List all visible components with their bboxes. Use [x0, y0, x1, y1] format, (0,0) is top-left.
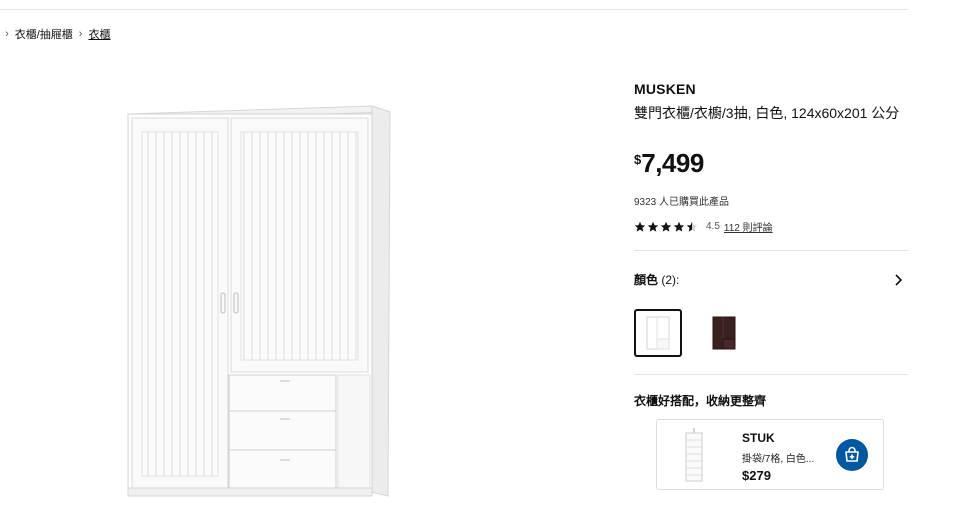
star-half-icon: [686, 221, 698, 232]
breadcrumb-item-current[interactable]: 衣櫃: [88, 26, 110, 42]
recommendation-description: 掛袋/7格, 白色...: [742, 454, 815, 465]
breadcrumb-separator: ›: [78, 28, 83, 40]
rating-score: 4.5: [706, 221, 720, 232]
product-rating[interactable]: 4.5 112 則評論: [634, 219, 773, 234]
breadcrumb: , › 衣櫃/抽屜櫃 › 衣櫃: [0, 26, 110, 42]
color-swatch-white[interactable]: [634, 309, 682, 357]
recommendation-price: $279: [742, 468, 771, 483]
white-wardrobe-thumbnail: [646, 316, 670, 350]
star-full-icon: [647, 221, 659, 232]
color-count: (2):: [661, 273, 680, 287]
reviews-link[interactable]: 112 則評論: [724, 219, 773, 234]
recommendation-card[interactable]: STUK 掛袋/7格, 白色... $279: [656, 419, 884, 490]
purchase-count: 9323 人已購買此產品: [634, 197, 730, 208]
price-currency: $: [634, 152, 642, 167]
rating-stars: [634, 221, 698, 233]
color-label-text: 顏色: [634, 273, 659, 287]
divider: [634, 374, 908, 375]
star-full-icon: [673, 221, 685, 232]
product-price: $7,499: [634, 148, 704, 179]
color-label: 顏色 (2):: [634, 271, 679, 288]
product-image[interactable]: [120, 100, 400, 509]
breadcrumb-separator: ›: [5, 28, 9, 40]
chevron-right-icon[interactable]: [892, 273, 906, 287]
divider: [634, 250, 908, 251]
brown-wardrobe-thumbnail: [712, 316, 736, 350]
recommendation-name: STUK: [742, 431, 775, 445]
breadcrumb-item-wardrobes[interactable]: 衣櫃/抽屜櫃: [15, 26, 73, 42]
price-amount: 7,499: [641, 148, 704, 178]
color-swatches: [634, 309, 748, 357]
product-brand: MUSKEN: [634, 81, 696, 97]
star-full-icon: [660, 221, 672, 232]
add-to-bag-button[interactable]: [836, 439, 868, 471]
add-to-bag-icon: [845, 446, 859, 462]
product-description: 雙門衣櫃/衣櫥/3抽, 白色, 124x60x201 公分: [634, 105, 900, 121]
color-selector-header[interactable]: 顏色 (2):: [634, 271, 908, 288]
stuk-organizer-thumbnail: [685, 428, 703, 482]
color-swatch-brown[interactable]: [700, 309, 748, 357]
recommendations-title: 衣櫃好搭配，收納更整齊: [634, 394, 767, 408]
header-divider: [0, 9, 908, 10]
star-full-icon: [634, 221, 646, 232]
